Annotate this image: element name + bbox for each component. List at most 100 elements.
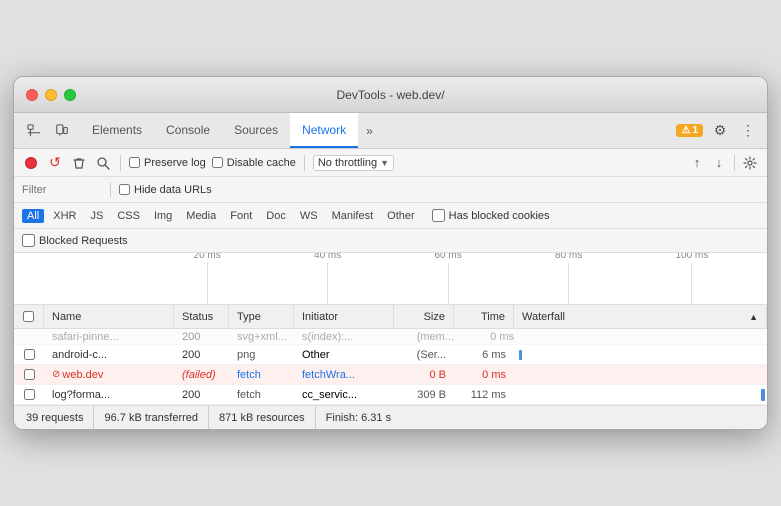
type-btn-font[interactable]: Font	[225, 209, 257, 223]
android-checkbox[interactable]	[14, 345, 44, 364]
status-bar: 39 requests 96.7 kB transferred 871 kB r…	[14, 405, 767, 429]
inspect-element-button[interactable]	[22, 119, 46, 143]
th-checkbox[interactable]	[14, 305, 44, 328]
upload-icon-btn[interactable]: ↑	[688, 154, 706, 172]
tab-console[interactable]: Console	[154, 113, 222, 148]
tab-more[interactable]: »	[358, 113, 381, 148]
th-status[interactable]: Status	[174, 305, 229, 328]
time-tick-60: 60 ms	[435, 253, 462, 305]
log-time: 112 ms	[454, 385, 514, 404]
log-checkbox[interactable]	[14, 385, 44, 404]
blocked-requests-checkbox[interactable]	[22, 234, 35, 247]
error-circle-icon: ⊘	[52, 369, 60, 380]
log-status: 200	[174, 385, 229, 404]
disable-cache-label[interactable]: Disable cache	[212, 157, 296, 169]
maximize-button[interactable]	[64, 89, 76, 101]
time-ruler: 20 ms 40 ms 60 ms 80 ms 100 ms	[14, 253, 767, 304]
status-finish: Finish: 6.31 s	[316, 406, 401, 429]
log-name: log?forma...	[44, 385, 174, 404]
toolbar-separator-3	[734, 155, 735, 171]
android-initiator: Other	[294, 345, 394, 364]
type-btn-css[interactable]: CSS	[112, 209, 145, 223]
webdev-checkbox[interactable]	[14, 365, 44, 384]
th-size[interactable]: Size	[394, 305, 454, 328]
hide-data-urls-label[interactable]: Hide data URLs	[119, 184, 212, 196]
refresh-button[interactable]: ↺	[46, 154, 64, 172]
select-all-checkbox[interactable]	[23, 311, 34, 322]
toolbar-separator-2	[304, 155, 305, 171]
log-initiator: cc_servic...	[294, 385, 394, 404]
time-tick-100: 100 ms	[675, 253, 708, 305]
settings-button[interactable]: ⚙	[709, 120, 731, 142]
more-options-button[interactable]: ⋮	[737, 120, 759, 142]
type-btn-js[interactable]: JS	[85, 209, 108, 223]
type-btn-manifest[interactable]: Manifest	[327, 209, 379, 223]
throttling-select[interactable]: No throttling ▼	[313, 155, 394, 171]
record-button[interactable]	[22, 154, 40, 172]
network-settings-button[interactable]	[741, 154, 759, 172]
disable-cache-checkbox[interactable]	[212, 157, 223, 168]
warning-badge[interactable]: ⚠ 1	[676, 124, 703, 137]
preserve-log-checkbox[interactable]	[129, 157, 140, 168]
tab-bar: Elements Console Sources Network » ⚠ 1 ⚙	[14, 113, 767, 149]
android-type: png	[229, 345, 294, 364]
th-time[interactable]: Time	[454, 305, 514, 328]
window-title: DevTools - web.dev/	[336, 88, 444, 102]
device-toolbar-button[interactable]	[50, 119, 74, 143]
type-btn-img[interactable]: Img	[149, 209, 177, 223]
search-button[interactable]	[94, 154, 112, 172]
overflow-row-initiator: s(index):...	[302, 331, 402, 343]
sort-arrow-icon: ▲	[749, 312, 758, 322]
webdev-initiator: fetchWra...	[294, 365, 394, 384]
status-resources: 871 kB resources	[209, 406, 316, 429]
status-requests: 39 requests	[26, 406, 94, 429]
minimize-button[interactable]	[45, 89, 57, 101]
chevron-down-icon: ▼	[380, 158, 389, 168]
type-filter-bar: All XHR JS CSS Img Media Font Doc WS Man…	[14, 203, 767, 229]
download-icon-btn[interactable]: ↓	[710, 154, 728, 172]
type-btn-media[interactable]: Media	[181, 209, 221, 223]
filter-bar: Hide data URLs	[14, 177, 767, 203]
table-row-android[interactable]: android-c... 200 png Other (Ser... 6 ms	[14, 345, 767, 365]
time-tick-20: 20 ms	[194, 253, 221, 305]
type-btn-xhr[interactable]: XHR	[48, 209, 81, 223]
toolbar-separator-1	[120, 155, 121, 171]
overflow-row-name: safari-pinne...	[52, 331, 182, 343]
has-blocked-cookies-label[interactable]: Has blocked cookies	[432, 209, 550, 222]
has-blocked-cookies-checkbox[interactable]	[432, 209, 445, 222]
webdev-type: fetch	[229, 365, 294, 384]
th-type[interactable]: Type	[229, 305, 294, 328]
th-name[interactable]: Name	[44, 305, 174, 328]
th-waterfall[interactable]: Waterfall ▲	[514, 305, 767, 328]
clear-button[interactable]	[70, 154, 88, 172]
table-row-overflow[interactable]: safari-pinne... 200 svg+xml... s(index):…	[14, 329, 767, 345]
filter-input[interactable]	[22, 184, 102, 196]
tab-bar-right: ⚠ 1 ⚙ ⋮	[676, 120, 759, 142]
android-status: 200	[174, 345, 229, 364]
warning-icon: ⚠	[681, 125, 690, 136]
table-row-log[interactable]: log?forma... 200 fetch cc_servic... 309 …	[14, 385, 767, 405]
time-tick-40: 40 ms	[314, 253, 341, 305]
download-icon: ↓	[716, 155, 723, 170]
status-transferred: 96.7 kB transferred	[94, 406, 209, 429]
log-size: 309 B	[394, 385, 454, 404]
type-btn-all[interactable]: All	[22, 209, 44, 223]
close-button[interactable]	[26, 89, 38, 101]
main-tabs: Elements Console Sources Network »	[80, 113, 676, 148]
type-btn-other[interactable]: Other	[382, 209, 420, 223]
refresh-icon: ↺	[49, 154, 61, 171]
table-row-webdev[interactable]: ⊘ web.dev (failed) fetch fetchWra... 0 B…	[14, 365, 767, 385]
tab-elements[interactable]: Elements	[80, 113, 154, 148]
tab-network[interactable]: Network	[290, 113, 358, 148]
th-initiator[interactable]: Initiator	[294, 305, 394, 328]
type-btn-doc[interactable]: Doc	[261, 209, 291, 223]
hide-data-urls-checkbox[interactable]	[119, 184, 130, 195]
type-btn-ws[interactable]: WS	[295, 209, 323, 223]
tab-sources[interactable]: Sources	[222, 113, 290, 148]
webdev-time: 0 ms	[454, 365, 514, 384]
preserve-log-label[interactable]: Preserve log	[129, 157, 206, 169]
overflow-row-type: svg+xml...	[237, 331, 302, 343]
blocked-requests-label[interactable]: Blocked Requests	[22, 234, 128, 247]
traffic-lights	[26, 89, 76, 101]
android-waterfall	[514, 345, 767, 364]
